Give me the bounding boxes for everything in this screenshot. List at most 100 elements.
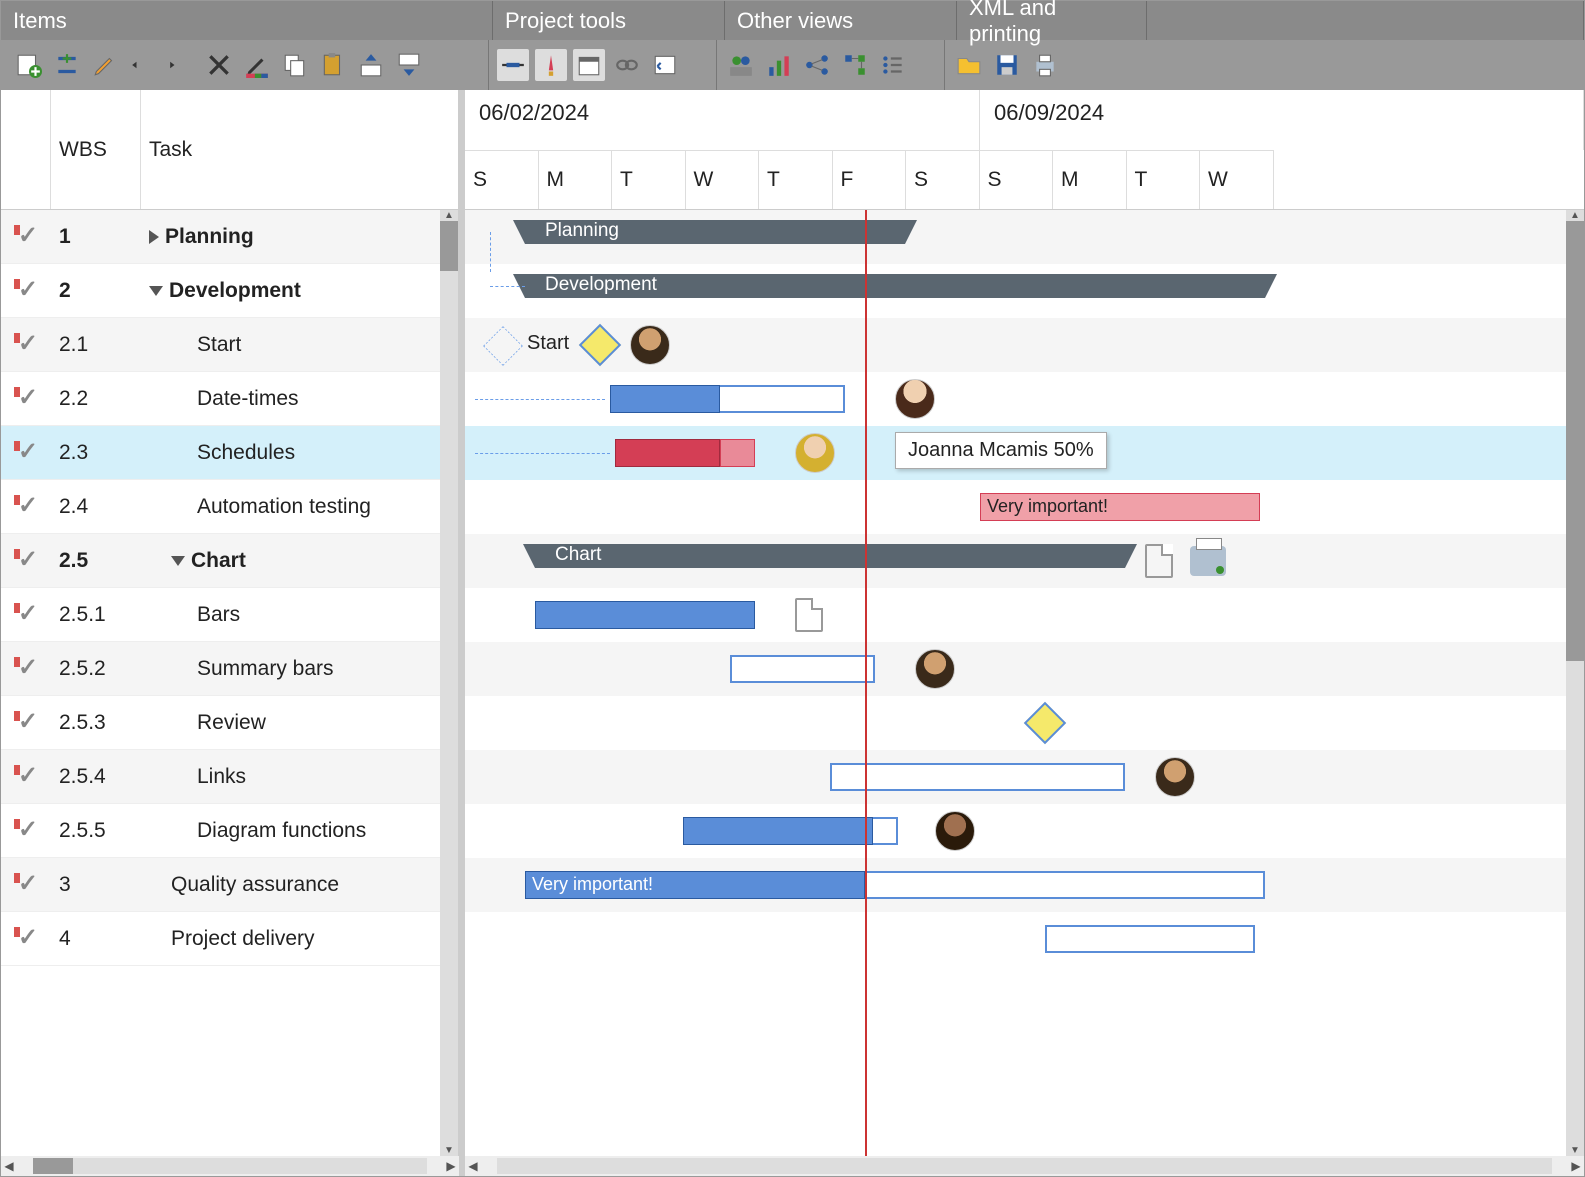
milestone-review[interactable] [1024,702,1066,744]
wbs-cell: 2.5.1 [51,603,141,627]
task-bar-diagram-remaining[interactable] [873,817,898,845]
avatar-icon[interactable] [795,433,835,473]
check-column-header [1,90,51,209]
document-icon[interactable] [795,598,823,632]
task-label: Review [197,711,266,735]
document-icon[interactable] [1145,544,1173,578]
table-row[interactable]: 2 Development [1,264,458,318]
check-icon[interactable] [14,819,38,843]
check-icon[interactable] [14,927,38,951]
table-row[interactable]: 2.5.5 Diagram functions [1,804,458,858]
gantt-vertical-scrollbar[interactable]: ▲ ▼ [1566,210,1584,1156]
print-icon[interactable] [1029,49,1061,81]
table-row[interactable]: 2.5.1 Bars [1,588,458,642]
check-icon[interactable] [14,603,38,627]
check-icon[interactable] [14,225,38,249]
task-bar-schedules-progress[interactable] [720,439,755,467]
task-grid-pane: WBS Task 1 Planning 2 Development 2.1 [1,90,459,1156]
color-icon[interactable] [241,49,273,81]
left-horizontal-scrollbar[interactable]: ◀▶ [1,1156,459,1176]
summary-bar-chart[interactable]: Chart [535,544,1125,568]
calendar-icon[interactable] [573,49,605,81]
table-row[interactable]: 2.4 Automation testing [1,480,458,534]
open-icon[interactable] [953,49,985,81]
check-icon[interactable] [14,495,38,519]
paste-icon[interactable] [317,49,349,81]
task-column-header[interactable]: Task [141,90,458,209]
task-bar-automation[interactable]: Very important! [980,493,1260,521]
check-icon[interactable] [14,765,38,789]
check-icon[interactable] [14,873,38,897]
task-bar-datetimes[interactable] [610,385,720,413]
list-icon[interactable] [877,49,909,81]
printer-icon[interactable] [1190,546,1226,576]
task-label: Summary bars [197,657,334,681]
check-icon[interactable] [14,387,38,411]
copy-icon[interactable] [279,49,311,81]
save-icon[interactable] [991,49,1023,81]
task-bar-delivery[interactable] [1045,925,1255,953]
week-header: 06/09/2024 [980,90,1584,150]
outdent-icon[interactable] [165,49,197,81]
table-row[interactable]: 3 Quality assurance [1,858,458,912]
bottom-scrollbar-row: ◀▶ ◀▶ [1,1156,1584,1176]
avatar-icon[interactable] [895,379,935,419]
check-icon[interactable] [14,333,38,357]
summary-bar-planning[interactable]: Planning [525,220,905,244]
delete-icon[interactable] [203,49,235,81]
edit-icon[interactable] [89,49,121,81]
collapse-icon[interactable] [149,286,163,296]
avatar-icon[interactable] [1155,757,1195,797]
wbs-column-header[interactable]: WBS [51,90,141,209]
indent-icon[interactable] [127,49,159,81]
critical-path-icon[interactable] [535,49,567,81]
task-label: Start [197,333,241,357]
avatar-icon[interactable] [630,325,670,365]
check-icon[interactable] [14,441,38,465]
chart-icon[interactable] [763,49,795,81]
task-bar-qa[interactable]: Very important! [525,871,865,899]
milestone-start[interactable] [579,324,621,366]
summary-bar-development[interactable]: Development [525,274,1265,298]
expand-icon[interactable] [149,230,159,244]
check-icon[interactable] [14,711,38,735]
table-row[interactable]: 2.2 Date-times [1,372,458,426]
table-row[interactable]: 2.5.3 Review [1,696,458,750]
network-icon[interactable] [801,49,833,81]
table-row[interactable]: 2.5.2 Summary bars [1,642,458,696]
left-vertical-scrollbar[interactable]: ▲ ▼ [440,210,458,1156]
resources-icon[interactable] [725,49,757,81]
link-icon[interactable] [611,49,643,81]
day-header: W [686,150,760,210]
task-bar-links[interactable] [830,763,1125,791]
table-row[interactable]: 2.3 Schedules [1,426,458,480]
level-icon[interactable] [649,49,681,81]
right-horizontal-scrollbar[interactable]: ◀▶ [465,1156,1584,1176]
avatar-icon[interactable] [935,811,975,851]
table-row[interactable]: 4 Project delivery [1,912,458,966]
task-bar-datetimes-remaining[interactable] [720,385,845,413]
move-up-icon[interactable] [355,49,387,81]
table-row[interactable]: 2.5.4 Links [1,750,458,804]
move-down-icon[interactable] [393,49,425,81]
gantt-body[interactable]: Planning Development Start [465,210,1584,1156]
add-item-icon[interactable] [13,49,45,81]
check-icon[interactable] [14,657,38,681]
task-bar-summary-bars[interactable] [730,655,875,683]
baseline-icon[interactable] [497,49,529,81]
insert-row-icon[interactable] [51,49,83,81]
check-icon[interactable] [14,549,38,573]
task-bar-schedules[interactable] [615,439,720,467]
check-icon[interactable] [14,279,38,303]
table-row[interactable]: 2.1 Start [1,318,458,372]
wbs-cell: 2.5.2 [51,657,141,681]
avatar-icon[interactable] [915,649,955,689]
collapse-icon[interactable] [171,556,185,566]
tree-icon[interactable] [839,49,871,81]
task-bar-bars[interactable] [535,601,755,629]
task-bar-diagram[interactable] [683,817,873,845]
day-header: S [980,150,1054,210]
table-row[interactable]: 2.5 Chart [1,534,458,588]
task-bar-qa-remaining[interactable] [865,871,1265,899]
table-row[interactable]: 1 Planning [1,210,458,264]
